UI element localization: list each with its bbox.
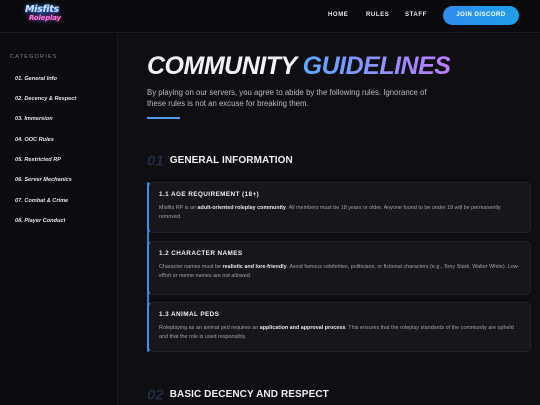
rule-card-age-requirement: 1.1 AGE REQUIREMENT (18+) Misfits RP is …: [147, 182, 531, 233]
sidebar-item-general-info[interactable]: 01. General Info: [15, 76, 57, 82]
misfits-roleplay-logo[interactable]: Misfits Roleplay: [21, 2, 63, 28]
rule-card-character-names: 1.2 CHARACTER NAMES Character names must…: [147, 241, 531, 295]
sidebar-title: CATEGORIES: [10, 54, 58, 60]
rule-title: 1.2 CHARACTER NAMES: [159, 250, 243, 257]
nav-link-staff[interactable]: STAFF: [405, 12, 427, 18]
sidebar-item-player-conduct[interactable]: 08. Player Conduct: [15, 218, 65, 224]
page-title-part2: GUIDELINES: [302, 52, 451, 80]
sidebar-item-decency-respect[interactable]: 02. Decency & Respect: [15, 96, 76, 102]
intro-text: By playing on our servers, you agree to …: [147, 88, 427, 108]
top-navigation-bar: Misfits Roleplay HOME RULES STAFF JOIN D…: [0, 0, 540, 33]
section-number: 01: [147, 152, 164, 170]
section-heading-basic-decency: 02 BASIC DECENCY AND RESPECT: [147, 386, 329, 404]
nav-link-home[interactable]: HOME: [328, 12, 348, 18]
nav-link-rules[interactable]: RULES: [366, 12, 389, 18]
join-discord-button[interactable]: JOIN DISCORD: [443, 6, 519, 25]
page-title: COMMUNITY GUIDELINES: [147, 52, 451, 81]
section-title: BASIC DECENCY AND RESPECT: [169, 389, 329, 401]
rule-body: Misfits RP is an adult-oriented roleplay…: [159, 205, 501, 220]
section-title: GENERAL INFORMATION: [169, 155, 293, 167]
logo-text-line2: Roleplay: [29, 14, 61, 22]
sidebar-item-immersion[interactable]: 03. Immersion: [15, 116, 53, 122]
sidebar-item-server-mechanics[interactable]: 06. Server Mechanics: [15, 177, 72, 183]
rules-content: COMMUNITY GUIDELINES By playing on our s…: [119, 34, 540, 405]
categories-sidebar: CATEGORIES 01. General Info 02. Decency …: [0, 34, 118, 405]
sidebar-item-combat-crime[interactable]: 07. Combat & Crime: [15, 198, 68, 204]
rule-title: 1.3 ANIMAL PEDS: [159, 311, 220, 318]
sidebar-item-ooc-rules[interactable]: 04. OOC Rules: [15, 137, 54, 143]
section-number: 02: [147, 386, 164, 404]
sidebar-item-restricted-rp[interactable]: 05. Restricted RP: [15, 157, 61, 163]
rule-body: Roleplaying as an animal ped requires an…: [159, 325, 514, 340]
page-title-part1: COMMUNITY: [147, 52, 297, 80]
rule-title: 1.1 AGE REQUIREMENT (18+): [159, 191, 260, 198]
section-heading-general-information: 01 GENERAL INFORMATION: [147, 152, 293, 170]
rule-card-animal-peds: 1.3 ANIMAL PEDS Roleplaying as an animal…: [147, 302, 531, 352]
rule-body: Character names must be realistic and lo…: [159, 264, 520, 279]
title-accent-divider: [147, 117, 180, 119]
